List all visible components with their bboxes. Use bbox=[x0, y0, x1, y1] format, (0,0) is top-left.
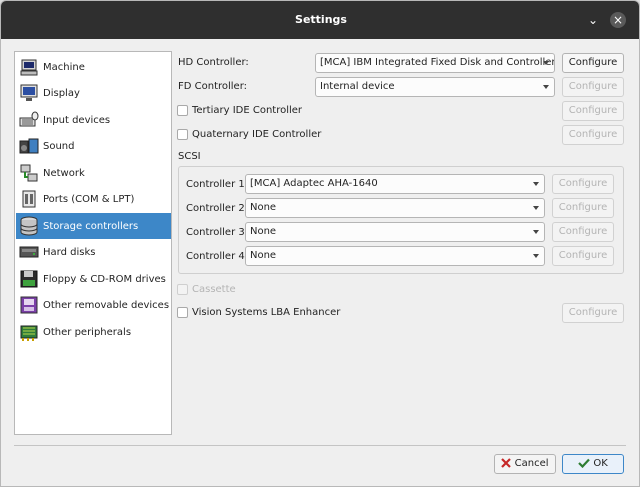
close-button[interactable]: × bbox=[610, 12, 626, 28]
tertiary-ide-label: Tertiary IDE Controller bbox=[192, 105, 303, 116]
sidebar-item-label: Hard disks bbox=[43, 246, 96, 258]
sidebar-item-label: Display bbox=[43, 87, 80, 99]
cancel-label: Cancel bbox=[514, 458, 549, 469]
sidebar-item-label: Other removable devices bbox=[43, 299, 170, 311]
sidebar-item-storage-controllers[interactable]: Storage controllers bbox=[16, 213, 171, 239]
cassette-checkbox[interactable] bbox=[177, 284, 188, 295]
tertiary-ide-configure-button[interactable]: Configure bbox=[562, 101, 624, 121]
sidebar-item-label: Network bbox=[43, 167, 85, 179]
scsi-controller-4-select[interactable]: None bbox=[245, 246, 545, 266]
chevron-down-icon bbox=[533, 254, 539, 258]
sidebar-item-display[interactable]: Display bbox=[16, 80, 171, 106]
sidebar-item-network[interactable]: Network bbox=[16, 160, 171, 186]
vision-lba-configure-button[interactable]: Configure bbox=[562, 303, 624, 323]
scsi-group-title: SCSI bbox=[178, 151, 201, 162]
network-icon bbox=[20, 164, 38, 182]
chevron-down-icon bbox=[533, 182, 539, 186]
sidebar-item-ports[interactable]: Ports (COM & LPT) bbox=[16, 186, 171, 212]
cassette-label: Cassette bbox=[192, 284, 236, 295]
quaternary-ide-configure-button[interactable]: Configure bbox=[562, 125, 624, 145]
vision-lba-label: Vision Systems LBA Enhancer bbox=[192, 307, 341, 318]
sidebar-item-input-devices[interactable]: Input devices bbox=[16, 107, 171, 133]
scsi-controller-4-configure-button[interactable]: Configure bbox=[552, 246, 614, 266]
scsi-controller-4-value: None bbox=[250, 250, 277, 261]
sidebar-item-floppy-cdrom[interactable]: Floppy & CD-ROM drives bbox=[16, 266, 171, 292]
minimize-icon: ⌄ bbox=[587, 13, 599, 27]
chevron-down-icon bbox=[533, 230, 539, 234]
scsi-controller-2-value: None bbox=[250, 202, 277, 213]
fd-controller-value: Internal device bbox=[320, 81, 395, 92]
ports-icon bbox=[22, 190, 36, 208]
chevron-down-icon bbox=[533, 206, 539, 210]
scsi-controller-1-value: [MCA] Adaptec AHA-1640 bbox=[250, 178, 378, 189]
ok-button[interactable]: OK bbox=[562, 454, 624, 474]
hard-disk-icon bbox=[19, 246, 39, 258]
sidebar-item-label: Ports (COM & LPT) bbox=[43, 193, 135, 205]
ok-label: OK bbox=[593, 458, 608, 469]
hd-controller-value: [MCA] IBM Integrated Fixed Disk and Cont… bbox=[320, 57, 555, 68]
scsi-controller-3-configure-button[interactable]: Configure bbox=[552, 222, 614, 242]
sidebar-item-label: Machine bbox=[43, 61, 85, 73]
sidebar-item-machine[interactable]: Machine bbox=[16, 54, 171, 80]
scsi-controller-1-select[interactable]: [MCA] Adaptec AHA-1640 bbox=[245, 174, 545, 194]
close-icon: × bbox=[612, 13, 624, 27]
ok-check-icon bbox=[578, 458, 590, 468]
chevron-down-icon bbox=[543, 85, 549, 89]
scsi-controller-2-label: Controller 2: bbox=[186, 203, 249, 214]
sidebar-item-label: Other peripherals bbox=[43, 326, 132, 338]
storage-icon bbox=[20, 216, 38, 236]
tertiary-ide-checkbox[interactable] bbox=[177, 105, 188, 116]
quaternary-ide-checkbox[interactable] bbox=[177, 129, 188, 140]
sidebar-item-label: Storage controllers bbox=[43, 220, 139, 232]
fd-configure-button[interactable]: Configure bbox=[562, 77, 624, 97]
footer-separator bbox=[14, 445, 626, 446]
hd-controller-label: HD Controller: bbox=[178, 57, 249, 68]
floppy-icon bbox=[20, 270, 38, 288]
machine-icon bbox=[20, 59, 38, 76]
scsi-controller-1-label: Controller 1: bbox=[186, 179, 249, 190]
sidebar-item-label: Sound bbox=[43, 140, 75, 152]
speaker-icon bbox=[19, 138, 39, 154]
scsi-controller-3-select[interactable]: None bbox=[245, 222, 545, 242]
hd-configure-button[interactable]: Configure bbox=[562, 53, 624, 73]
minimize-button[interactable]: ⌄ bbox=[585, 12, 601, 28]
scsi-controller-3-label: Controller 3: bbox=[186, 227, 249, 238]
cancel-x-icon bbox=[501, 458, 512, 468]
removable-icon bbox=[20, 296, 38, 314]
scsi-controller-3-value: None bbox=[250, 226, 277, 237]
chevron-down-icon bbox=[543, 61, 549, 65]
sidebar-item-sound[interactable]: Sound bbox=[16, 133, 171, 159]
sidebar-item-other-removable[interactable]: Other removable devices bbox=[16, 292, 171, 318]
sidebar-item-other-peripherals[interactable]: Other peripherals bbox=[16, 319, 171, 345]
cancel-button[interactable]: Cancel bbox=[494, 454, 556, 474]
sidebar-item-label: Input devices bbox=[43, 114, 111, 126]
scsi-controller-4-label: Controller 4: bbox=[186, 251, 249, 262]
title-bar: Settings ⌄ × bbox=[1, 1, 639, 39]
scsi-controller-2-select[interactable]: None bbox=[245, 198, 545, 218]
vision-lba-checkbox[interactable] bbox=[177, 307, 188, 318]
window-title: Settings bbox=[295, 13, 347, 26]
sidebar-item-label: Floppy & CD-ROM drives bbox=[43, 273, 166, 285]
display-icon bbox=[20, 84, 38, 101]
fd-controller-select[interactable]: Internal device bbox=[315, 77, 555, 97]
fd-controller-label: FD Controller: bbox=[178, 81, 248, 92]
scsi-controller-1-configure-button[interactable]: Configure bbox=[552, 174, 614, 194]
settings-window: Settings ⌄ × Machine Display Input devic… bbox=[0, 0, 640, 487]
settings-category-list[interactable]: Machine Display Input devices Sound Netw… bbox=[14, 51, 172, 435]
quaternary-ide-label: Quaternary IDE Controller bbox=[192, 129, 322, 140]
hd-controller-select[interactable]: [MCA] IBM Integrated Fixed Disk and Cont… bbox=[315, 53, 555, 73]
sidebar-item-hard-disks[interactable]: Hard disks bbox=[16, 239, 171, 265]
scsi-controller-2-configure-button[interactable]: Configure bbox=[552, 198, 614, 218]
peripherals-icon bbox=[20, 325, 38, 341]
keyboard-icon bbox=[19, 111, 39, 127]
